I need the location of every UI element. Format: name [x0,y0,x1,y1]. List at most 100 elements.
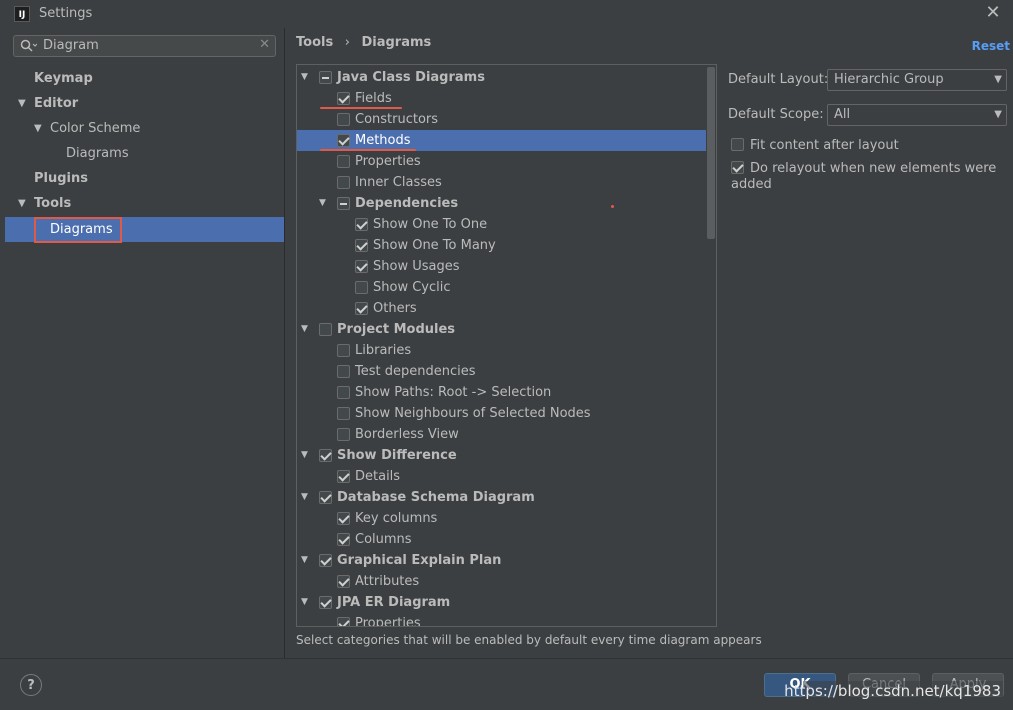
default-scope-select[interactable]: All ▼ [827,104,1007,126]
tree-row-borderless[interactable]: Borderless View [297,424,707,445]
tree-row-one-to-one[interactable]: Show One To One [297,214,707,235]
expand-arrow-icon[interactable]: ▼ [301,487,313,508]
tree-row-explain-plan[interactable]: ▼ Graphical Explain Plan [297,550,707,571]
checkbox[interactable] [355,239,368,252]
expand-arrow-icon[interactable]: ▼ [301,67,313,88]
expand-arrow-icon[interactable]: ▼ [319,193,331,214]
description-text: Select categories that will be enabled b… [296,633,762,647]
item-label: Inner Classes [355,175,442,190]
fit-content-option[interactable]: Fit content after layout [731,136,899,154]
search-field[interactable]: Diagram ✕ [13,35,276,57]
checkbox[interactable] [337,470,350,483]
expand-arrow-icon[interactable]: ▼ [18,91,30,116]
checkbox[interactable] [319,449,332,462]
checkbox[interactable] [319,554,332,567]
tree-row-jpa-er[interactable]: ▼ JPA ER Diagram [297,592,707,613]
item-label: Show Neighbours of Selected Nodes [355,406,591,421]
tree-row-columns[interactable]: Columns [297,529,707,550]
default-scope-label: Default Scope: [728,107,824,122]
help-icon[interactable]: ? [20,674,42,696]
checkbox[interactable] [731,138,744,151]
checkbox[interactable] [355,302,368,315]
checkbox[interactable] [337,176,350,189]
relayout-option[interactable]: Do relayout when new elements were added [731,159,1013,193]
tree-row-db-schema[interactable]: ▼ Database Schema Diagram [297,487,707,508]
option-label: Fit content after layout [750,138,899,153]
category-label: Show Difference [337,448,457,463]
expand-arrow-icon[interactable]: ▼ [301,550,313,571]
reset-link[interactable]: Reset [972,39,1010,53]
tree-row-one-to-many[interactable]: Show One To Many [297,235,707,256]
checkbox[interactable] [355,218,368,231]
checkbox[interactable] [337,428,350,441]
checkbox[interactable] [731,161,744,174]
item-label: Show One To Many [373,238,496,253]
sidebar-item-label: Editor [34,96,79,111]
tree-row-neighbours[interactable]: Show Neighbours of Selected Nodes [297,403,707,424]
checkbox[interactable] [319,71,332,84]
sidebar-item-color-scheme[interactable]: ▼ Color Scheme [5,116,284,141]
tree-row-details[interactable]: Details [297,466,707,487]
tree-row-attributes[interactable]: Attributes [297,571,707,592]
tree-row-test-deps[interactable]: Test dependencies [297,361,707,382]
tree-row-jpa-properties[interactable]: Properties [297,613,707,626]
checkbox[interactable] [355,281,368,294]
tree-row-properties[interactable]: Properties [297,151,707,172]
expand-arrow-icon[interactable]: ▼ [301,319,313,340]
option-label: Do relayout when new elements were added [731,161,997,192]
tree-row-fields[interactable]: Fields [297,88,707,109]
sidebar-item-tools[interactable]: ▼ Tools [5,191,284,216]
clear-icon[interactable]: ✕ [259,37,270,52]
tree-row-java-class[interactable]: ▼ Java Class Diagrams [297,67,707,88]
tree-row-libraries[interactable]: Libraries [297,340,707,361]
sidebar-item-plugins[interactable]: Plugins [5,166,284,191]
expand-arrow-icon[interactable]: ▼ [301,592,313,613]
item-label: Constructors [355,112,439,127]
title-bar: IJ Settings ✕ [0,0,1013,28]
checkbox[interactable] [319,596,332,609]
breadcrumb-parent[interactable]: Tools [296,35,333,50]
checkbox[interactable] [337,365,350,378]
tree-row-methods[interactable]: Methods [297,130,707,151]
checkbox[interactable] [337,155,350,168]
tree-row-project-modules[interactable]: ▼ Project Modules [297,319,707,340]
tree-scrollbar[interactable] [706,65,716,626]
window-title: Settings [39,6,93,21]
checkbox[interactable] [355,260,368,273]
checkbox[interactable] [337,533,350,546]
sidebar-item-editor[interactable]: ▼ Editor [5,91,284,116]
item-label: Borderless View [355,427,459,442]
checkbox[interactable] [337,575,350,588]
scrollbar-thumb[interactable] [707,67,715,239]
checkbox[interactable] [319,491,332,504]
tree-row-constructors[interactable]: Constructors [297,109,707,130]
checkbox[interactable] [337,197,350,210]
tree-row-others[interactable]: Others [297,298,707,319]
close-icon[interactable]: ✕ [983,3,1003,23]
tree-row-usages[interactable]: Show Usages [297,256,707,277]
tree-row-paths[interactable]: Show Paths: Root -> Selection [297,382,707,403]
search-input[interactable]: Diagram [43,38,99,53]
checkbox[interactable] [337,344,350,357]
checkbox[interactable] [337,113,350,126]
checkbox[interactable] [337,386,350,399]
expand-arrow-icon[interactable]: ▼ [18,191,30,216]
checkbox[interactable] [337,512,350,525]
tree-row-inner-classes[interactable]: Inner Classes [297,172,707,193]
default-layout-select[interactable]: Hierarchic Group ▼ [827,69,1007,91]
sidebar-item-color-scheme-diagrams[interactable]: Diagrams [5,141,284,166]
expand-arrow-icon[interactable]: ▼ [301,445,313,466]
checkbox[interactable] [337,407,350,420]
checkbox[interactable] [337,92,350,105]
tree-row-key-columns[interactable]: Key columns [297,508,707,529]
watermark-text: https://blog.csdn.net/kq1983 [784,682,1001,700]
expand-arrow-icon[interactable]: ▼ [34,116,46,141]
tree-row-dependencies[interactable]: ▼ Dependencies [297,193,707,214]
checkbox[interactable] [337,134,350,147]
sidebar-item-keymap[interactable]: Keymap [5,66,284,91]
checkbox[interactable] [319,323,332,336]
tree-row-cyclic[interactable]: Show Cyclic [297,277,707,298]
tree-row-show-difference[interactable]: ▼ Show Difference [297,445,707,466]
item-label: Test dependencies [355,364,476,379]
checkbox[interactable] [337,617,350,626]
